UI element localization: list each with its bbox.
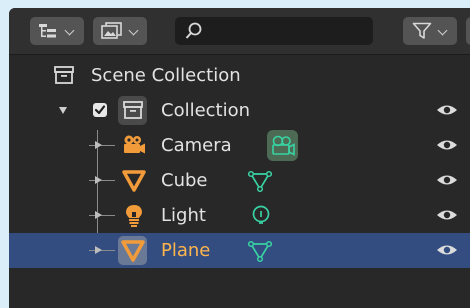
tree-branch-line — [89, 250, 115, 251]
collection-icon-box — [118, 96, 147, 125]
eye-icon[interactable] — [436, 241, 458, 259]
tree-item-label: Plane — [161, 240, 211, 261]
tree-row-light[interactable]: Light — [9, 198, 470, 233]
collection-box-icon — [54, 66, 74, 84]
extra-header-button[interactable] — [466, 17, 470, 45]
outliner-header — [9, 8, 470, 55]
magnifier-icon — [185, 22, 202, 39]
tree-row-camera[interactable]: Camera — [9, 128, 470, 163]
search-input[interactable] — [175, 17, 373, 45]
outliner-view-icon — [39, 24, 56, 38]
tree-item-label: Cube — [161, 170, 208, 191]
chevron-down-icon — [128, 25, 139, 36]
light-data-icon[interactable] — [251, 205, 271, 227]
outliner-panel: Scene Collection Collection Camera Cube … — [9, 8, 470, 308]
camera-data-icon-box[interactable] — [267, 130, 298, 161]
tree-branch-line — [89, 180, 115, 181]
mesh-data-icon[interactable] — [248, 240, 272, 262]
expand-arrow-icon[interactable] — [95, 141, 102, 149]
eye-icon[interactable] — [436, 171, 458, 189]
tree-item-label: Collection — [161, 100, 251, 121]
tree-branch-line — [89, 215, 115, 216]
tree-row-plane[interactable]: Plane — [9, 233, 470, 268]
eye-icon[interactable] — [436, 101, 458, 119]
collection-checkbox[interactable] — [93, 103, 107, 117]
tree-row-collection[interactable]: Collection — [9, 93, 470, 128]
expand-arrow-icon[interactable] — [95, 176, 102, 184]
image-icon — [101, 22, 122, 39]
display-mode-dropdown[interactable] — [30, 17, 84, 45]
mesh-cone-icon — [122, 170, 146, 192]
tree-item-label: Camera — [161, 135, 232, 156]
camera-data-icon — [272, 135, 295, 156]
camera-icon — [124, 135, 145, 154]
chevron-down-icon — [64, 25, 75, 36]
collection-box-icon — [123, 101, 143, 119]
tree-branch-line — [89, 145, 115, 146]
light-bulb-icon — [126, 205, 142, 227]
filter-funnel-icon — [412, 22, 432, 39]
tree-row-cube[interactable]: Cube — [9, 163, 470, 198]
filter-dropdown[interactable] — [403, 17, 457, 45]
plane-icon-box — [118, 236, 147, 265]
tree-row-scene-collection[interactable]: Scene Collection — [9, 58, 470, 93]
checkmark-icon — [94, 105, 106, 115]
expand-arrow-icon[interactable] — [95, 246, 102, 254]
view-filter-dropdown[interactable] — [93, 17, 147, 45]
eye-icon[interactable] — [436, 206, 458, 224]
mesh-data-icon[interactable] — [248, 170, 272, 192]
expand-arrow-icon[interactable] — [59, 107, 67, 114]
mesh-cone-icon — [121, 240, 145, 262]
chevron-down-icon — [437, 25, 448, 36]
tree-item-label: Light — [161, 205, 206, 226]
tree-item-label: Scene Collection — [91, 65, 241, 86]
eye-icon[interactable] — [436, 136, 458, 154]
expand-arrow-icon[interactable] — [95, 211, 102, 219]
